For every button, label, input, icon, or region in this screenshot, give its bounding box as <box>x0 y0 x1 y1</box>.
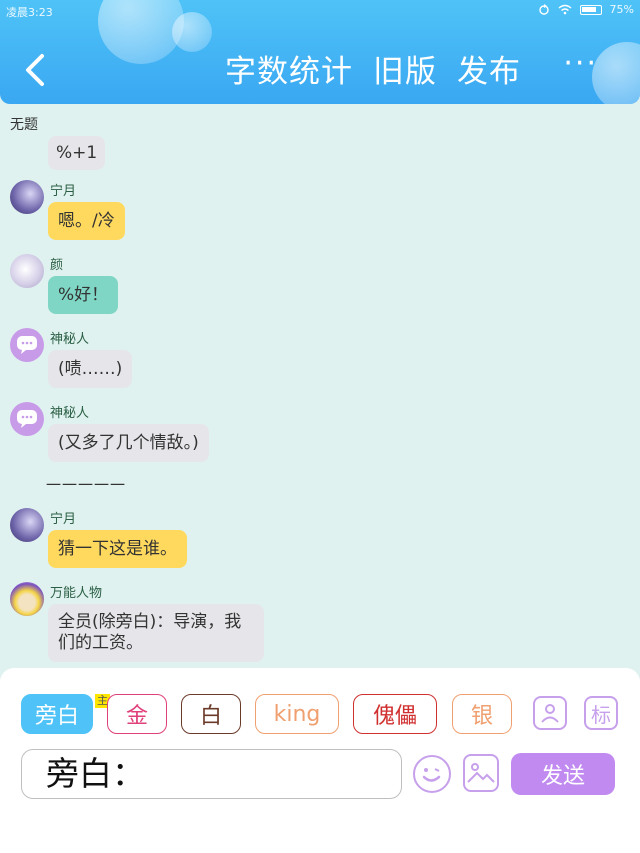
role-button-yin[interactable]: 银 <box>452 694 512 734</box>
status-time: 凌晨3:23 <box>6 6 53 19</box>
avatar[interactable] <box>10 254 44 288</box>
role-button-jin[interactable]: 金 <box>107 694 167 734</box>
username: 宁月 <box>50 512 77 527</box>
username: 神秘人 <box>50 332 90 347</box>
message-bubble: 嗯。/冷 <box>48 202 125 240</box>
user-card-icon[interactable] <box>533 696 567 730</box>
battery-icon <box>579 4 602 15</box>
back-button[interactable] <box>18 48 54 92</box>
avatar[interactable] <box>10 180 44 214</box>
avatar[interactable] <box>10 582 44 616</box>
message-bubble: %好！ <box>48 276 119 314</box>
mystery-avatar-icon[interactable] <box>10 402 44 436</box>
message-bubble: %+1 <box>48 136 106 170</box>
role-button-bai[interactable]: 白 <box>181 694 241 734</box>
message-bubble: (啧……) <box>48 350 133 388</box>
tag-button[interactable]: 标 <box>584 696 618 730</box>
old-version-button[interactable]: 旧版 <box>373 46 437 91</box>
chat-list[interactable]: %+1 宁月 嗯。/冷 颜 %好！ 神秘人 (啧……) 神秘人 (又多了几个情敌… <box>0 136 640 666</box>
top-bar: 凌晨3:23 75% 字数统计 旧版 发布 ··· <box>0 0 640 104</box>
image-icon[interactable] <box>463 754 499 792</box>
publish-button[interactable]: 发布 <box>457 46 521 91</box>
input-panel: 旁白 主 金 白 king 傀儡 银 标 旁白： 发送 <box>0 668 640 853</box>
avatar[interactable] <box>10 508 44 542</box>
role-button-puppet[interactable]: 傀儡 <box>353 694 437 734</box>
chevron-left-icon <box>26 54 44 86</box>
header-actions: 字数统计 旧版 发布 <box>225 46 521 91</box>
username: 万能人物 <box>50 586 103 601</box>
message-bubble: 猜一下这是谁。 <box>48 530 187 568</box>
word-count-button[interactable]: 字数统计 <box>225 46 353 91</box>
role-button-narrator[interactable]: 旁白 <box>21 694 93 734</box>
username: 颜 <box>50 258 64 273</box>
more-button[interactable]: ··· <box>563 49 598 79</box>
wifi-icon <box>558 4 571 15</box>
mystery-avatar-icon[interactable] <box>10 328 44 362</box>
message-bubble: 全员(除旁白)：导演，我们的工资。 <box>48 604 264 662</box>
emoji-icon[interactable] <box>413 755 451 793</box>
message-input[interactable]: 旁白： <box>21 749 402 799</box>
send-button[interactable]: 发送 <box>511 753 615 795</box>
role-button-king[interactable]: king <box>255 694 339 734</box>
scene-divider: 一一一一一 <box>46 476 127 494</box>
sync-icon <box>538 3 549 15</box>
username: 神秘人 <box>50 406 90 421</box>
battery-percent: 75% <box>609 3 634 16</box>
username: 宁月 <box>50 184 77 199</box>
status-bar: 凌晨3:23 75% <box>0 0 640 22</box>
topic-title: 无题 <box>10 117 38 133</box>
decor-bubble <box>592 42 640 104</box>
message-bubble: (又多了几个情敌。) <box>48 424 209 462</box>
status-indicators: 75% <box>538 3 634 16</box>
